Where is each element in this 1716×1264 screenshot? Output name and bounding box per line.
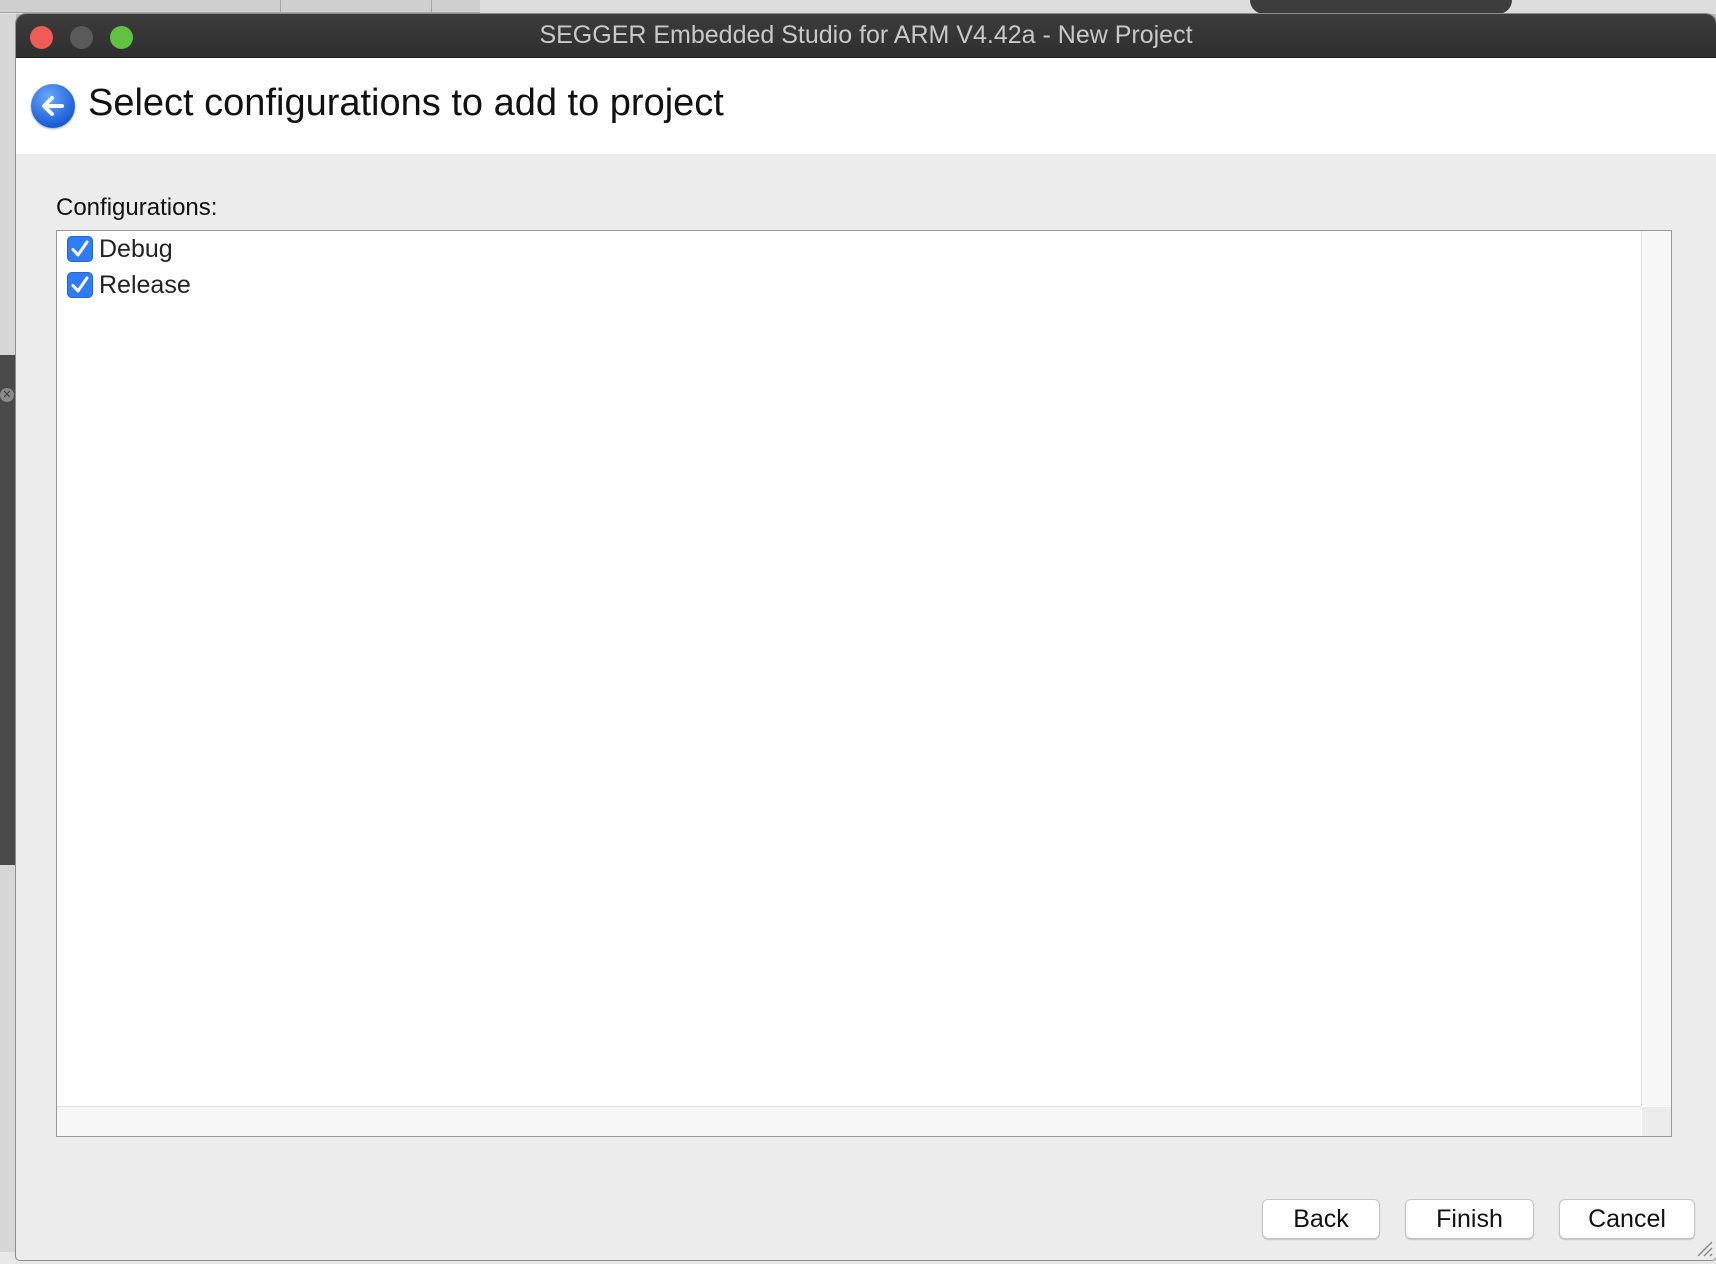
page-title: Select configurations to add to project (88, 82, 724, 124)
window-title: SEGGER Embedded Studio for ARM V4.42a - … (539, 21, 1193, 49)
horizontal-scrollbar[interactable] (57, 1106, 1641, 1136)
back-arrow-icon[interactable] (31, 84, 75, 128)
title-bar[interactable]: SEGGER Embedded Studio for ARM V4.42a - … (16, 14, 1716, 58)
background-tab (130, 0, 281, 12)
debug-checkbox[interactable] (67, 236, 93, 262)
list-item-debug[interactable]: Debug (67, 234, 667, 264)
list-item-label: Debug (99, 235, 173, 263)
background-close-icon: ✕ (0, 388, 14, 402)
wizard-header: Select configurations to add to project (16, 58, 1716, 154)
checkmark-icon (71, 276, 89, 293)
configurations-list[interactable]: Debug Release (56, 230, 1672, 1137)
background-tab (281, 0, 432, 12)
scrollbar-corner (1642, 1107, 1671, 1136)
vertical-scrollbar[interactable] (1641, 231, 1671, 1106)
cancel-button[interactable]: Cancel (1559, 1199, 1695, 1239)
background-tab-strip (0, 0, 480, 13)
configurations-label: Configurations: (56, 194, 218, 221)
new-project-window: SEGGER Embedded Studio for ARM V4.42a - … (16, 14, 1716, 1260)
finish-button[interactable]: Finish (1405, 1199, 1534, 1239)
checkmark-icon (71, 240, 89, 257)
background-left-panel (0, 355, 16, 865)
list-item-release[interactable]: Release (67, 270, 667, 300)
background-window-fragment (1250, 0, 1512, 14)
back-button[interactable]: Back (1262, 1199, 1380, 1239)
list-item-label: Release (99, 271, 191, 299)
resize-grip-icon[interactable] (1692, 1236, 1714, 1258)
release-checkbox[interactable] (67, 272, 93, 298)
